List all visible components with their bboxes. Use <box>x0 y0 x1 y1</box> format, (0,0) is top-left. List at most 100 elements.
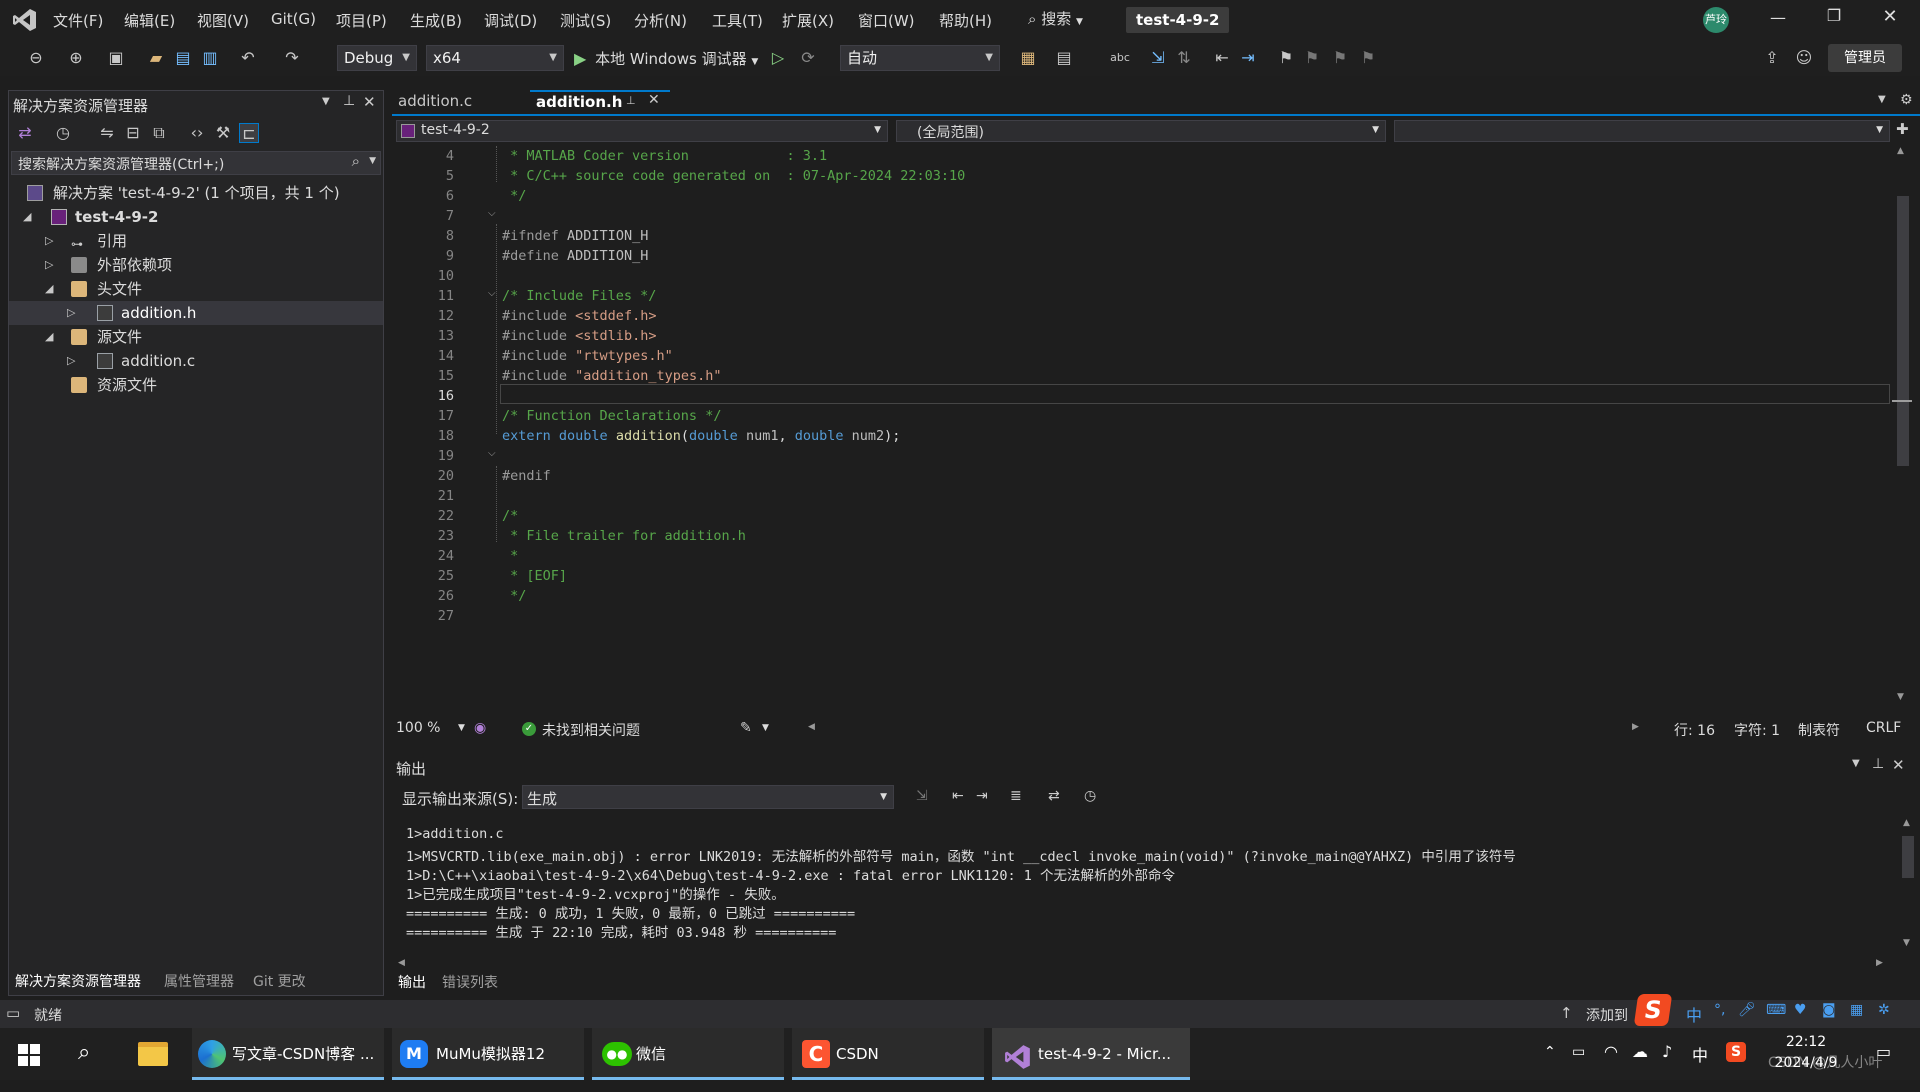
tab-addition-c[interactable]: addition.c <box>392 90 528 114</box>
menu-item-12[interactable]: 帮助(H) <box>939 10 992 31</box>
volume-icon[interactable]: ♪ <box>1662 1042 1672 1061</box>
code-line[interactable]: 23 * File trailer for addition.h <box>392 526 1892 546</box>
menu-item-4[interactable]: 项目(P) <box>336 10 387 31</box>
bookmark-prev-icon[interactable]: ⚑ <box>1302 48 1322 68</box>
collapsed-icon[interactable]: ▷ <box>67 301 75 325</box>
scroll-right-icon[interactable]: ▶ <box>1876 958 1883 968</box>
indent-mode[interactable]: 制表符 <box>1798 720 1840 740</box>
code-line[interactable]: 17 /* Function Declarations */ <box>392 406 1892 426</box>
code-line[interactable]: 12 #include <stddef.h> <box>392 306 1892 326</box>
project-badge[interactable]: test-4-9-2 <box>1126 7 1230 33</box>
panel-menu-icon[interactable]: ▼ <box>1852 758 1860 769</box>
panel-menu-icon[interactable]: ▼ <box>322 96 330 107</box>
eol-mode[interactable]: CRLF <box>1866 720 1901 736</box>
onedrive-icon[interactable]: ☁ <box>1632 1042 1648 1061</box>
pin-icon[interactable]: ⊥ <box>343 93 355 109</box>
collapsed-icon[interactable]: ▷ <box>67 349 75 373</box>
undo-icon[interactable]: ↶ <box>238 48 258 68</box>
apps-icon[interactable]: ▦ <box>1850 1002 1863 1018</box>
feedback-icon[interactable]: ☺ <box>1794 48 1814 68</box>
add-to-source-control[interactable]: 添加到 <box>1586 1005 1628 1025</box>
brush-icon[interactable]: ✎ <box>740 720 752 736</box>
taskbar-app-mumu[interactable]: M MuMu模拟器12 <box>392 1028 584 1080</box>
menu-item-6[interactable]: 调试(D) <box>484 10 537 31</box>
scroll-left-icon[interactable]: ◀ <box>398 958 405 968</box>
auto-select[interactable]: 自动 ▼ <box>840 45 1000 71</box>
tab-git-changes[interactable]: Git 更改 <box>253 971 306 991</box>
find-message-icon[interactable]: ⇲ <box>916 788 928 804</box>
tree-project[interactable]: ◢ test-4-9-2 <box>9 205 383 229</box>
new-project-icon[interactable]: ▣ <box>106 48 126 68</box>
code-line[interactable]: 8 #ifndef ADDITION_H <box>392 226 1892 246</box>
admin-button[interactable]: 管理员 <box>1828 44 1902 72</box>
output-text[interactable]: 1>addition.c 1>MSVCRTD.lib(exe_main.obj)… <box>392 814 1892 956</box>
code-viewport[interactable]: ⌵ ⌵ ⌵ 4 * MATLAB Coder version : 3.1 5 * … <box>392 146 1892 706</box>
collapse-all-icon[interactable]: ⊟ <box>123 123 143 143</box>
game-icon[interactable]: ◙ <box>1822 1002 1836 1018</box>
close-panel-icon[interactable]: ✕ <box>363 93 376 111</box>
platform-select[interactable]: x64 ▼ <box>426 45 564 71</box>
code-line[interactable]: 18 extern double addition(double num1, do… <box>392 426 1892 446</box>
up-arrow-icon[interactable]: ↑ <box>1560 1004 1573 1022</box>
properties-icon[interactable]: ⚒ <box>213 123 233 143</box>
pending-changes-icon[interactable]: ◷ <box>53 123 73 143</box>
clock-time[interactable]: 22:12 <box>1768 1034 1844 1050</box>
bookmark-next-icon[interactable]: ⚑ <box>1330 48 1350 68</box>
tree-references[interactable]: ▷ ⊶ 引用 <box>9 229 383 253</box>
line-position[interactable]: 行: 16 <box>1674 720 1715 740</box>
issues-label[interactable]: 未找到相关问题 <box>542 720 640 740</box>
tree-resources[interactable]: 资源文件 <box>9 373 383 397</box>
char-position[interactable]: 字符: 1 <box>1734 720 1780 740</box>
scroll-down-icon[interactable]: ▼ <box>1897 692 1904 702</box>
code-line[interactable]: 6 */ <box>392 186 1892 206</box>
step-over-icon[interactable]: ⇅ <box>1174 48 1194 68</box>
start-debugger-button[interactable]: ▶ 本地 Windows 调试器 ▼ <box>574 48 758 70</box>
clear-all-icon[interactable]: ≣ <box>1010 788 1022 804</box>
avatar[interactable]: 芦玲 <box>1703 7 1729 33</box>
tab-solution-explorer[interactable]: 解决方案资源管理器 <box>15 971 141 991</box>
scroll-down-icon[interactable]: ▼ <box>1903 938 1910 948</box>
menu-item-10[interactable]: 扩展(X) <box>782 10 834 31</box>
show-hidden-icons[interactable]: ⌃ <box>1544 1044 1556 1060</box>
prev-message-icon[interactable]: ⇤ <box>952 788 964 804</box>
keyboard-icon[interactable]: ⌨ <box>1766 1002 1786 1018</box>
taskbar-app-csdn[interactable]: C CSDN <box>792 1028 984 1080</box>
solution-folder-icon[interactable]: ▦ <box>1018 48 1038 68</box>
tree-headers[interactable]: ◢ 头文件 <box>9 277 383 301</box>
code-line[interactable]: 22 /* <box>392 506 1892 526</box>
visual-studio-logo-icon[interactable] <box>12 7 38 33</box>
scroll-right-icon[interactable]: ▶ <box>1632 722 1639 732</box>
code-line[interactable]: 7 <box>392 206 1892 226</box>
menu-item-2[interactable]: 视图(V) <box>197 10 249 31</box>
search-button[interactable]: ⌕ 搜索 ▼ <box>1028 8 1100 32</box>
code-line[interactable]: 11 /* Include Files */ <box>392 286 1892 306</box>
menu-item-0[interactable]: 文件(F) <box>53 10 103 31</box>
collapsed-icon[interactable]: ▷ <box>45 253 53 277</box>
scroll-up-icon[interactable]: ▲ <box>1897 146 1904 156</box>
config-select[interactable]: Debug ▼ <box>337 45 417 71</box>
punctuation-icon[interactable]: °, <box>1714 1002 1725 1018</box>
scroll-thumb[interactable] <box>1902 836 1914 878</box>
project-nav-dropdown[interactable]: test-4-9-2 ▼ <box>396 120 888 142</box>
code-line[interactable]: 24 * <box>392 546 1892 566</box>
settings-icon[interactable]: ✲ <box>1878 1002 1890 1018</box>
hot-reload-icon[interactable]: ⟳ <box>798 48 818 68</box>
tab-output[interactable]: 输出 <box>398 972 426 992</box>
timestamp-icon[interactable]: ◷ <box>1084 788 1096 804</box>
close-panel-icon[interactable]: ✕ <box>1892 756 1905 774</box>
layout-icon[interactable]: ▤ <box>1054 48 1074 68</box>
menu-item-11[interactable]: 窗口(W) <box>858 10 915 31</box>
taskbar-search-icon[interactable]: ⌕ <box>78 1040 90 1065</box>
code-view-icon[interactable]: ‹› <box>187 123 207 143</box>
tree-external-deps[interactable]: ▷ 外部依赖项 <box>9 253 383 277</box>
menu-item-8[interactable]: 分析(N) <box>634 10 687 31</box>
taskbar-app-visual-studio[interactable]: test-4-9-2 - Micr... <box>992 1028 1190 1080</box>
forward-icon[interactable]: ⊕ <box>66 48 86 68</box>
notification-icon[interactable]: ▭ <box>6 1004 20 1022</box>
taskbar-app-wechat[interactable]: ●● 微信 <box>592 1028 784 1080</box>
tree-source-file[interactable]: ▷ addition.c <box>9 349 383 373</box>
word-wrap-icon[interactable]: ⇄ <box>1048 788 1060 804</box>
notification-center-icon[interactable]: ▭ <box>1876 1042 1891 1061</box>
code-line[interactable]: 19 <box>392 446 1892 466</box>
tab-addition-h[interactable]: addition.h ⊥ ✕ <box>530 90 670 114</box>
